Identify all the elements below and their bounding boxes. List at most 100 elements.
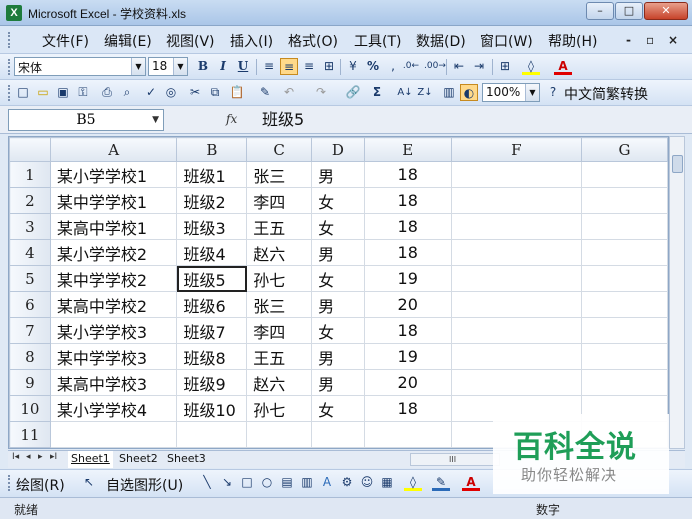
draw-menu-button[interactable]: 绘图(R): [16, 475, 65, 495]
open-folder-icon[interactable]: ▭: [34, 84, 52, 101]
row-header[interactable]: 4: [9, 239, 51, 266]
cell-d10[interactable]: 女: [311, 395, 365, 422]
cell-b1[interactable]: 班级1: [176, 161, 248, 188]
align-left-icon[interactable]: ≡: [260, 58, 278, 75]
cell-a5[interactable]: 某中学学校2: [49, 265, 178, 292]
cell-e10[interactable]: 18: [363, 395, 452, 422]
align-right-icon[interactable]: ≡: [300, 58, 318, 75]
new-document-icon[interactable]: □: [14, 84, 32, 101]
cell-a6[interactable]: 某高中学校2: [49, 291, 178, 318]
cell-a3[interactable]: 某高中学校1: [49, 213, 178, 240]
save-icon[interactable]: ▣: [54, 84, 72, 101]
select-objects-icon[interactable]: ↖: [80, 474, 98, 491]
help-icon[interactable]: ?: [544, 84, 562, 101]
cell-f4[interactable]: [450, 239, 583, 266]
cell-f9[interactable]: [450, 369, 583, 396]
menu-tools[interactable]: 工具(T): [354, 31, 401, 51]
format-painter-icon[interactable]: ✎: [256, 84, 274, 101]
cell-f3[interactable]: [450, 213, 583, 240]
cell-a7[interactable]: 某小学学校3: [49, 317, 178, 344]
wordart-icon[interactable]: A: [318, 474, 336, 491]
sheet-tab-sheet1[interactable]: Sheet1: [68, 451, 113, 468]
cell-d5[interactable]: 女: [311, 265, 365, 292]
line-color-icon[interactable]: ✎: [432, 474, 450, 491]
cell-e11[interactable]: [363, 421, 452, 448]
diagram-icon[interactable]: ⚙: [338, 474, 356, 491]
menu-view[interactable]: 视图(V): [166, 31, 215, 51]
cell-f1[interactable]: [450, 161, 583, 188]
row-header[interactable]: 7: [9, 317, 51, 344]
sort-descending-icon[interactable]: Z↓: [416, 84, 434, 101]
cell-a9[interactable]: 某高中学校3: [49, 369, 178, 396]
name-box[interactable]: B5 ▼: [8, 109, 164, 131]
cell-b6[interactable]: 班级6: [176, 291, 248, 318]
align-center-icon[interactable]: ≡: [280, 58, 298, 75]
cell-f2[interactable]: [450, 187, 583, 214]
fill-color-icon[interactable]: ◊: [404, 474, 422, 491]
vertical-textbox-icon[interactable]: ▥: [298, 474, 316, 491]
cell-g1[interactable]: [581, 161, 668, 188]
cell-g4[interactable]: [581, 239, 668, 266]
row-header[interactable]: 6: [9, 291, 51, 318]
row-header[interactable]: 5: [9, 265, 51, 292]
doc-minimize-button[interactable]: -: [626, 33, 631, 47]
cell-f5[interactable]: [450, 265, 583, 292]
hyperlink-icon[interactable]: 🔗: [344, 84, 362, 101]
cut-icon[interactable]: ✂: [186, 84, 204, 101]
menu-format[interactable]: 格式(O): [288, 31, 338, 51]
menu-file[interactable]: 文件(F): [42, 31, 89, 51]
menu-insert[interactable]: 插入(I): [230, 31, 273, 51]
italic-button[interactable]: I: [214, 58, 232, 75]
cell-g5[interactable]: [581, 265, 668, 292]
column-header-b[interactable]: B: [176, 137, 248, 162]
cell-g2[interactable]: [581, 187, 668, 214]
sheet-tab-sheet2[interactable]: Sheet2: [116, 451, 161, 468]
cell-b10[interactable]: 班级10: [176, 395, 248, 422]
increase-decimal-icon[interactable]: .0←: [402, 58, 420, 75]
column-header-d[interactable]: D: [311, 137, 365, 162]
toolbar-grip[interactable]: [8, 475, 11, 491]
cell-d8[interactable]: 男: [311, 343, 365, 370]
next-sheet-button[interactable]: ▸: [38, 452, 43, 462]
font-name-select[interactable]: 宋体 ▼: [14, 57, 146, 76]
cell-e8[interactable]: 19: [363, 343, 452, 370]
menu-data[interactable]: 数据(D): [416, 31, 466, 51]
cell-c11[interactable]: [246, 421, 313, 448]
copy-icon[interactable]: ⧉: [206, 84, 224, 101]
cell-g6[interactable]: [581, 291, 668, 318]
cell-e5[interactable]: 19: [363, 265, 452, 292]
sheet-tab-sheet3[interactable]: Sheet3: [164, 451, 209, 468]
research-icon[interactable]: ◎: [162, 84, 180, 101]
cell-a10[interactable]: 某小学学校4: [49, 395, 178, 422]
font-color-icon[interactable]: A: [462, 474, 480, 491]
fill-color-icon[interactable]: ◊: [522, 58, 540, 75]
cell-b9[interactable]: 班级9: [176, 369, 248, 396]
cell-c8[interactable]: 王五: [246, 343, 313, 370]
cell-b2[interactable]: 班级2: [176, 187, 248, 214]
column-header-e[interactable]: E: [363, 137, 452, 162]
cell-a1[interactable]: 某小学学校1: [49, 161, 178, 188]
excel-app-icon[interactable]: X: [6, 5, 22, 21]
row-header[interactable]: 10: [9, 395, 51, 422]
cell-d7[interactable]: 女: [311, 317, 365, 344]
row-header[interactable]: 9: [9, 369, 51, 396]
spelling-icon[interactable]: ✓: [142, 84, 160, 101]
cell-g3[interactable]: [581, 213, 668, 240]
minimize-button[interactable]: –: [586, 2, 614, 20]
clipart-icon[interactable]: ☺: [358, 474, 376, 491]
redo-icon[interactable]: ↷: [312, 84, 330, 101]
function-icon[interactable]: fx: [226, 112, 237, 126]
cell-d11[interactable]: [311, 421, 365, 448]
cell-a4[interactable]: 某小学学校2: [49, 239, 178, 266]
rectangle-icon[interactable]: □: [238, 474, 256, 491]
cell-f7[interactable]: [450, 317, 583, 344]
cell-c10[interactable]: 孙七: [246, 395, 313, 422]
cell-c7[interactable]: 李四: [246, 317, 313, 344]
font-color-icon[interactable]: A: [554, 58, 572, 75]
cell-c4[interactable]: 赵六: [246, 239, 313, 266]
cell-d1[interactable]: 男: [311, 161, 365, 188]
cell-e9[interactable]: 20: [363, 369, 452, 396]
cell-e7[interactable]: 18: [363, 317, 452, 344]
cell-d6[interactable]: 男: [311, 291, 365, 318]
prev-sheet-button[interactable]: ◂: [26, 452, 31, 462]
